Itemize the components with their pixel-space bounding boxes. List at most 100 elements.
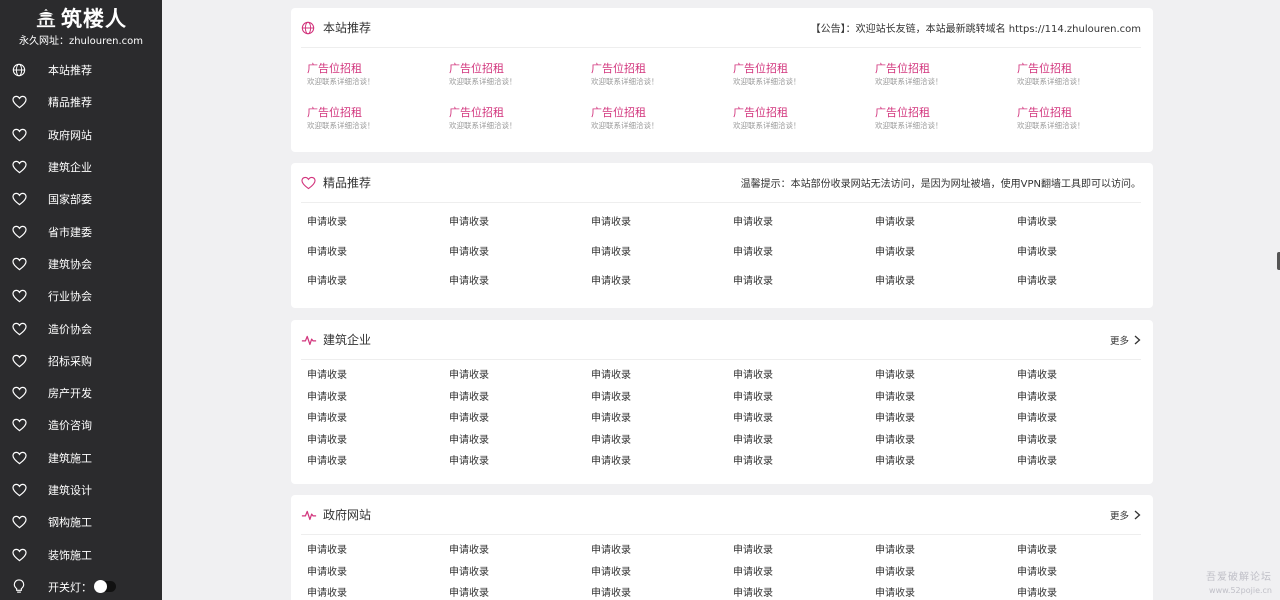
submit-link[interactable]: 申请收录: [449, 274, 591, 304]
submit-link[interactable]: 申请收录: [449, 390, 591, 412]
logo[interactable]: 筑楼人: [0, 0, 162, 33]
ad-slot[interactable]: 广告位招租 欢迎联系详细洽谈！: [307, 61, 449, 105]
submit-link[interactable]: 申请收录: [449, 565, 591, 587]
ad-title[interactable]: 广告位招租: [875, 105, 1017, 120]
submit-link[interactable]: 申请收录: [1017, 454, 1159, 476]
ad-slot[interactable]: 广告位招租 欢迎联系详细洽谈！: [875, 105, 1017, 149]
sidebar-item[interactable]: 钢构施工: [0, 506, 162, 538]
submit-link[interactable]: 申请收录: [733, 390, 875, 412]
submit-link[interactable]: 申请收录: [591, 215, 733, 245]
sidebar-item[interactable]: 国家部委: [0, 183, 162, 215]
submit-link[interactable]: 申请收录: [733, 411, 875, 433]
ad-title[interactable]: 广告位招租: [307, 61, 449, 76]
ad-title[interactable]: 广告位招租: [449, 61, 591, 76]
sidebar-item[interactable]: 政府网站: [0, 119, 162, 151]
submit-link[interactable]: 申请收录: [1017, 565, 1159, 587]
submit-link[interactable]: 申请收录: [591, 454, 733, 476]
submit-link[interactable]: 申请收录: [307, 433, 449, 455]
ad-slot[interactable]: 广告位招租 欢迎联系详细洽谈！: [591, 61, 733, 105]
submit-link[interactable]: 申请收录: [307, 454, 449, 476]
ad-slot[interactable]: 广告位招租 欢迎联系详细洽谈！: [449, 105, 591, 149]
submit-link[interactable]: 申请收录: [307, 543, 449, 565]
submit-link[interactable]: 申请收录: [449, 215, 591, 245]
sidebar-item[interactable]: 装饰施工: [0, 538, 162, 570]
submit-link[interactable]: 申请收录: [875, 274, 1017, 304]
submit-link[interactable]: 申请收录: [1017, 586, 1159, 600]
sidebar-item[interactable]: 建筑设计: [0, 474, 162, 506]
submit-link[interactable]: 申请收录: [875, 543, 1017, 565]
sidebar-item[interactable]: 房产开发: [0, 377, 162, 409]
submit-link[interactable]: 申请收录: [307, 390, 449, 412]
submit-link[interactable]: 申请收录: [307, 368, 449, 390]
submit-link[interactable]: 申请收录: [591, 411, 733, 433]
ad-slot[interactable]: 广告位招租 欢迎联系详细洽谈！: [1017, 61, 1159, 105]
ad-slot[interactable]: 广告位招租 欢迎联系详细洽谈！: [307, 105, 449, 149]
submit-link[interactable]: 申请收录: [875, 390, 1017, 412]
submit-link[interactable]: 申请收录: [307, 215, 449, 245]
submit-link[interactable]: 申请收录: [1017, 274, 1159, 304]
sidebar-item[interactable]: 招标采购: [0, 345, 162, 377]
submit-link[interactable]: 申请收录: [307, 411, 449, 433]
more-link[interactable]: 更多: [1110, 333, 1141, 347]
ad-slot[interactable]: 广告位招租 欢迎联系详细洽谈！: [875, 61, 1017, 105]
submit-link[interactable]: 申请收录: [307, 586, 449, 600]
ad-slot[interactable]: 广告位招租 欢迎联系详细洽谈！: [733, 61, 875, 105]
submit-link[interactable]: 申请收录: [591, 433, 733, 455]
submit-link[interactable]: 申请收录: [733, 543, 875, 565]
more-link[interactable]: 更多: [1110, 508, 1141, 522]
submit-link[interactable]: 申请收录: [307, 245, 449, 275]
submit-link[interactable]: 申请收录: [307, 274, 449, 304]
sidebar-item[interactable]: 建筑企业: [0, 151, 162, 183]
submit-link[interactable]: 申请收录: [1017, 245, 1159, 275]
submit-link[interactable]: 申请收录: [733, 586, 875, 600]
submit-link[interactable]: 申请收录: [733, 565, 875, 587]
submit-link[interactable]: 申请收录: [1017, 390, 1159, 412]
submit-link[interactable]: 申请收录: [1017, 215, 1159, 245]
submit-link[interactable]: 申请收录: [449, 586, 591, 600]
submit-link[interactable]: 申请收录: [1017, 543, 1159, 565]
sidebar-item[interactable]: 精品推荐: [0, 86, 162, 118]
ad-title[interactable]: 广告位招租: [591, 105, 733, 120]
submit-link[interactable]: 申请收录: [733, 454, 875, 476]
submit-link[interactable]: 申请收录: [591, 368, 733, 390]
ad-title[interactable]: 广告位招租: [733, 61, 875, 76]
submit-link[interactable]: 申请收录: [591, 565, 733, 587]
submit-link[interactable]: 申请收录: [1017, 433, 1159, 455]
sidebar-item[interactable]: 行业协会: [0, 280, 162, 312]
submit-link[interactable]: 申请收录: [591, 274, 733, 304]
ad-slot[interactable]: 广告位招租 欢迎联系详细洽谈！: [591, 105, 733, 149]
ad-title[interactable]: 广告位招租: [733, 105, 875, 120]
submit-link[interactable]: 申请收录: [733, 433, 875, 455]
submit-link[interactable]: 申请收录: [1017, 411, 1159, 433]
submit-link[interactable]: 申请收录: [733, 245, 875, 275]
sidebar-item[interactable]: 造价协会: [0, 312, 162, 344]
ad-title[interactable]: 广告位招租: [449, 105, 591, 120]
submit-link[interactable]: 申请收录: [875, 411, 1017, 433]
submit-link[interactable]: 申请收录: [591, 586, 733, 600]
submit-link[interactable]: 申请收录: [591, 543, 733, 565]
sidebar-item[interactable]: 本站推荐: [0, 54, 162, 86]
submit-link[interactable]: 申请收录: [875, 586, 1017, 600]
submit-link[interactable]: 申请收录: [875, 368, 1017, 390]
ad-slot[interactable]: 广告位招租 欢迎联系详细洽谈！: [1017, 105, 1159, 149]
submit-link[interactable]: 申请收录: [875, 433, 1017, 455]
sidebar-item[interactable]: 建筑协会: [0, 248, 162, 280]
submit-link[interactable]: 申请收录: [875, 245, 1017, 275]
submit-link[interactable]: 申请收录: [875, 454, 1017, 476]
submit-link[interactable]: 申请收录: [1017, 368, 1159, 390]
ad-title[interactable]: 广告位招租: [307, 105, 449, 120]
sidebar-item[interactable]: 造价咨询: [0, 409, 162, 441]
submit-link[interactable]: 申请收录: [449, 433, 591, 455]
submit-link[interactable]: 申请收录: [875, 215, 1017, 245]
ad-title[interactable]: 广告位招租: [1017, 105, 1159, 120]
submit-link[interactable]: 申请收录: [875, 565, 1017, 587]
submit-link[interactable]: 申请收录: [591, 390, 733, 412]
submit-link[interactable]: 申请收录: [733, 215, 875, 245]
submit-link[interactable]: 申请收录: [449, 245, 591, 275]
light-toggle-switch[interactable]: [94, 580, 116, 594]
submit-link[interactable]: 申请收录: [449, 454, 591, 476]
ad-title[interactable]: 广告位招租: [875, 61, 1017, 76]
submit-link[interactable]: 申请收录: [733, 274, 875, 304]
ad-title[interactable]: 广告位招租: [1017, 61, 1159, 76]
submit-link[interactable]: 申请收录: [733, 368, 875, 390]
